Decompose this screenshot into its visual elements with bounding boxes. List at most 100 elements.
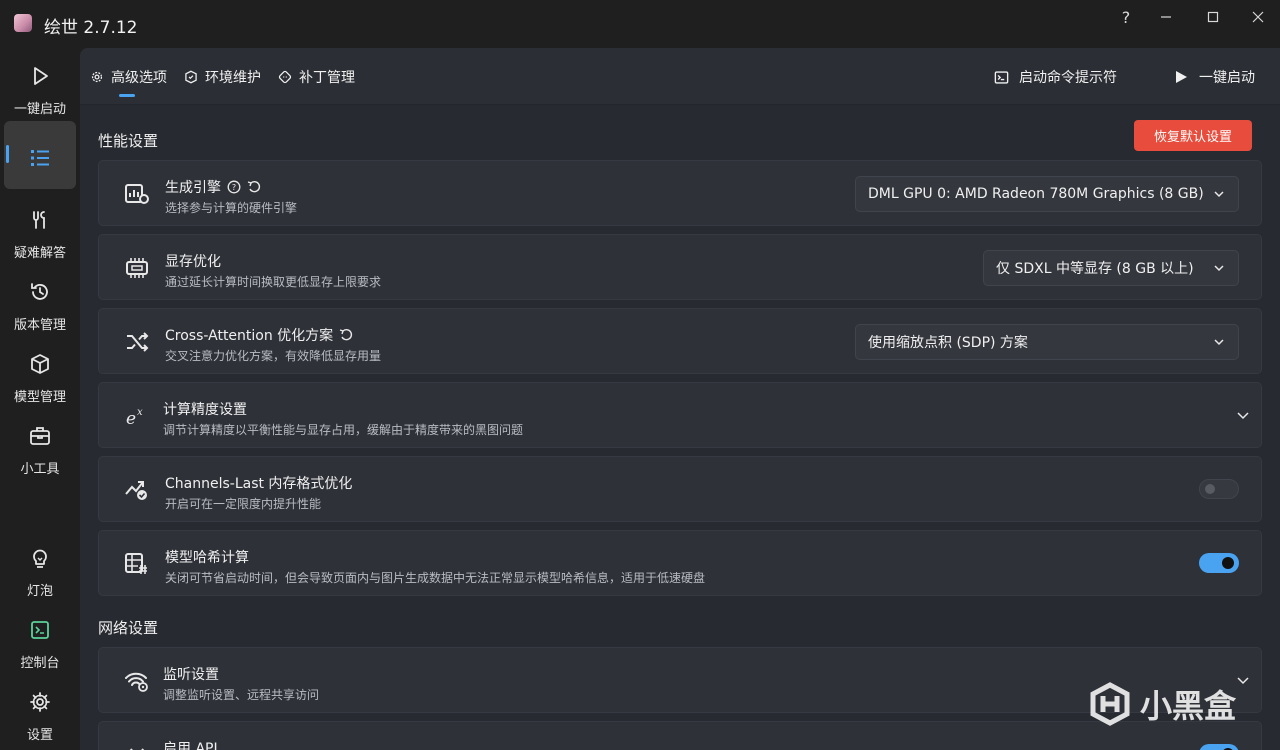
setting-card-vram: 显存优化 通过延长计算时间换取更低显存上限要求 仅 SDXL 中等显存 (8 G…: [98, 234, 1262, 300]
select-value: 仅 SDXL 中等显存 (8 GB 以上): [996, 261, 1194, 277]
setting-description: 交叉注意力优化方案，有效降低显存用量: [165, 349, 382, 363]
gear-icon: [89, 69, 105, 85]
sidebar-item-label: 控制台: [20, 656, 60, 671]
wifi-settings-icon: [123, 668, 151, 694]
select-value: 使用缩放点积 (SDP) 方案: [868, 335, 1028, 351]
gear-icon: [28, 690, 52, 714]
shuffle-icon: [123, 329, 151, 355]
setting-title: 生成引擎 ?: [165, 177, 261, 197]
setting-title-text: 显存优化: [165, 254, 221, 270]
section-title-network: 网络设置: [98, 619, 159, 637]
help-icon: ?: [1121, 7, 1131, 27]
maximize-icon: [1207, 11, 1219, 23]
setting-title-text: 生成引擎: [165, 180, 221, 196]
chevron-down-icon[interactable]: [1235, 672, 1251, 688]
reset-defaults-button[interactable]: 恢复默认设置: [1134, 120, 1252, 151]
toolbox-icon: [28, 424, 52, 448]
select-value: DML GPU 0: AMD Radeon 780M Graphics (8 G…: [868, 186, 1204, 202]
tab-advanced[interactable]: 高级选项: [89, 66, 167, 88]
setting-title: 显存优化: [165, 251, 221, 271]
app-logo: [14, 14, 32, 32]
setting-title: Channels-Last 内存格式优化: [165, 473, 352, 493]
help-circle-icon[interactable]: ?: [227, 180, 241, 194]
setting-title: Cross-Attention 优化方案: [165, 325, 353, 345]
setting-title-text: Cross-Attention 优化方案: [165, 328, 334, 344]
sidebar-item-label: 版本管理: [13, 318, 66, 333]
launch-button[interactable]: 一键启动: [1173, 66, 1255, 88]
hash-table-icon: [123, 551, 151, 577]
setting-card-model-hash: 模型哈希计算 关闭可节省启动时间，但会导致页面内与图片生成数据中无法正常显示模型…: [98, 530, 1262, 596]
setting-card-precision[interactable]: e x 计算精度设置 调节计算精度以平衡性能与显存占用，缓解由于精度带来的黑图问…: [98, 382, 1262, 448]
model-hash-toggle[interactable]: [1199, 553, 1239, 573]
cross-attention-select[interactable]: 使用缩放点积 (SDP) 方案: [855, 324, 1239, 360]
svg-text:?: ?: [232, 183, 236, 192]
setting-description: 调整监听设置、远程共享访问: [163, 688, 320, 702]
open-console-label: 启动命令提示符: [1019, 70, 1117, 86]
sidebar-item-troubleshoot[interactable]: 疑难解答: [4, 200, 76, 268]
api-icon: [123, 742, 151, 750]
tab-label: 补丁管理: [299, 70, 355, 86]
cube-icon: [28, 352, 52, 376]
api-toggle[interactable]: [1199, 744, 1239, 750]
trend-check-icon: [123, 477, 151, 503]
tab-label: 环境维护: [205, 70, 261, 86]
setting-title: 计算精度设置: [163, 399, 247, 419]
vram-select[interactable]: 仅 SDXL 中等显存 (8 GB 以上): [983, 250, 1239, 286]
sidebar-item-launch[interactable]: 一键启动: [4, 56, 76, 124]
toggle-knob: [1222, 557, 1234, 569]
setting-title: 监听设置: [163, 664, 219, 684]
maximize-button[interactable]: [1197, 6, 1229, 28]
terminal-icon: [993, 69, 1009, 85]
chevron-down-icon: [1214, 265, 1224, 272]
sidebar-item-settings[interactable]: 设置: [4, 682, 76, 750]
main-panel: 高级选项 环境维护 补丁管理 启动命令提示符 一键启动 性能设置 恢复默认设置 …: [80, 48, 1280, 750]
sidebar-item-label: 疑难解答: [13, 246, 66, 261]
sidebar-item-label: 设置: [26, 728, 53, 743]
tools-icon: [28, 208, 52, 232]
sidebar-item-label: 小工具: [20, 462, 60, 477]
undo-icon[interactable]: [247, 180, 261, 194]
undo-icon[interactable]: [339, 328, 353, 342]
chevron-down-icon: [1214, 339, 1224, 346]
sidebar-item-label: 模型管理: [13, 390, 66, 405]
exponent-icon: e x: [123, 403, 151, 429]
close-icon: [1252, 11, 1264, 23]
tab-environment[interactable]: 环境维护: [183, 66, 261, 88]
active-indicator: [6, 145, 9, 163]
setting-title-text: Channels-Last 内存格式优化: [165, 476, 353, 492]
watermark-text: 小黑盒: [1140, 687, 1237, 725]
setting-title-text: 计算精度设置: [163, 402, 247, 418]
sidebar-item-advanced[interactable]: [4, 121, 76, 189]
setting-description: 选择参与计算的硬件引擎: [165, 201, 298, 215]
svg-text:e: e: [126, 409, 136, 427]
engine-select[interactable]: DML GPU 0: AMD Radeon 780M Graphics (8 G…: [855, 176, 1239, 212]
top-tabbar: 高级选项 环境维护 补丁管理 启动命令提示符 一键启动: [80, 48, 1280, 105]
setting-title: 模型哈希计算: [165, 547, 249, 567]
sidebar-item-tools[interactable]: 小工具: [4, 416, 76, 484]
tab-active-indicator: [119, 94, 135, 97]
launch-label: 一键启动: [1199, 70, 1255, 86]
tab-patches[interactable]: 补丁管理: [277, 66, 355, 88]
open-console-button[interactable]: 启动命令提示符: [993, 66, 1117, 88]
setting-description: 关闭可节省启动时间，但会导致页面内与图片生成数据中无法正常显示模型哈希信息，适用…: [165, 571, 706, 585]
history-icon: [28, 280, 52, 304]
lightbulb-icon: [28, 546, 52, 570]
setting-card-channels-last: Channels-Last 内存格式优化 开启可在一定限度内提升性能: [98, 456, 1262, 522]
sidebar-item-lightbulb[interactable]: 灯泡: [4, 538, 76, 606]
watermark: 小黑盒: [1088, 681, 1236, 727]
section-title-performance: 性能设置: [98, 132, 159, 150]
setting-description: 调节计算精度以平衡性能与显存占用，缓解由于精度带来的黑图问题: [163, 423, 524, 437]
setting-title-text: 模型哈希计算: [165, 550, 249, 566]
setting-title-text: 启用 API: [163, 741, 218, 750]
memory-chip-icon: [123, 255, 151, 281]
channels-last-toggle[interactable]: [1199, 479, 1239, 499]
setting-card-engine: 生成引擎 ? 选择参与计算的硬件引擎 DML GPU 0: AMD Radeon…: [98, 160, 1262, 226]
sidebar-item-models[interactable]: 模型管理: [4, 344, 76, 412]
minimize-button[interactable]: [1150, 6, 1182, 28]
help-button[interactable]: ?: [1110, 6, 1142, 28]
chevron-down-icon[interactable]: [1235, 407, 1251, 423]
close-button[interactable]: [1242, 6, 1274, 28]
sidebar-item-versions[interactable]: 版本管理: [4, 272, 76, 340]
sidebar-item-label: 灯泡: [26, 584, 53, 599]
sidebar-item-console[interactable]: 控制台: [4, 610, 76, 678]
